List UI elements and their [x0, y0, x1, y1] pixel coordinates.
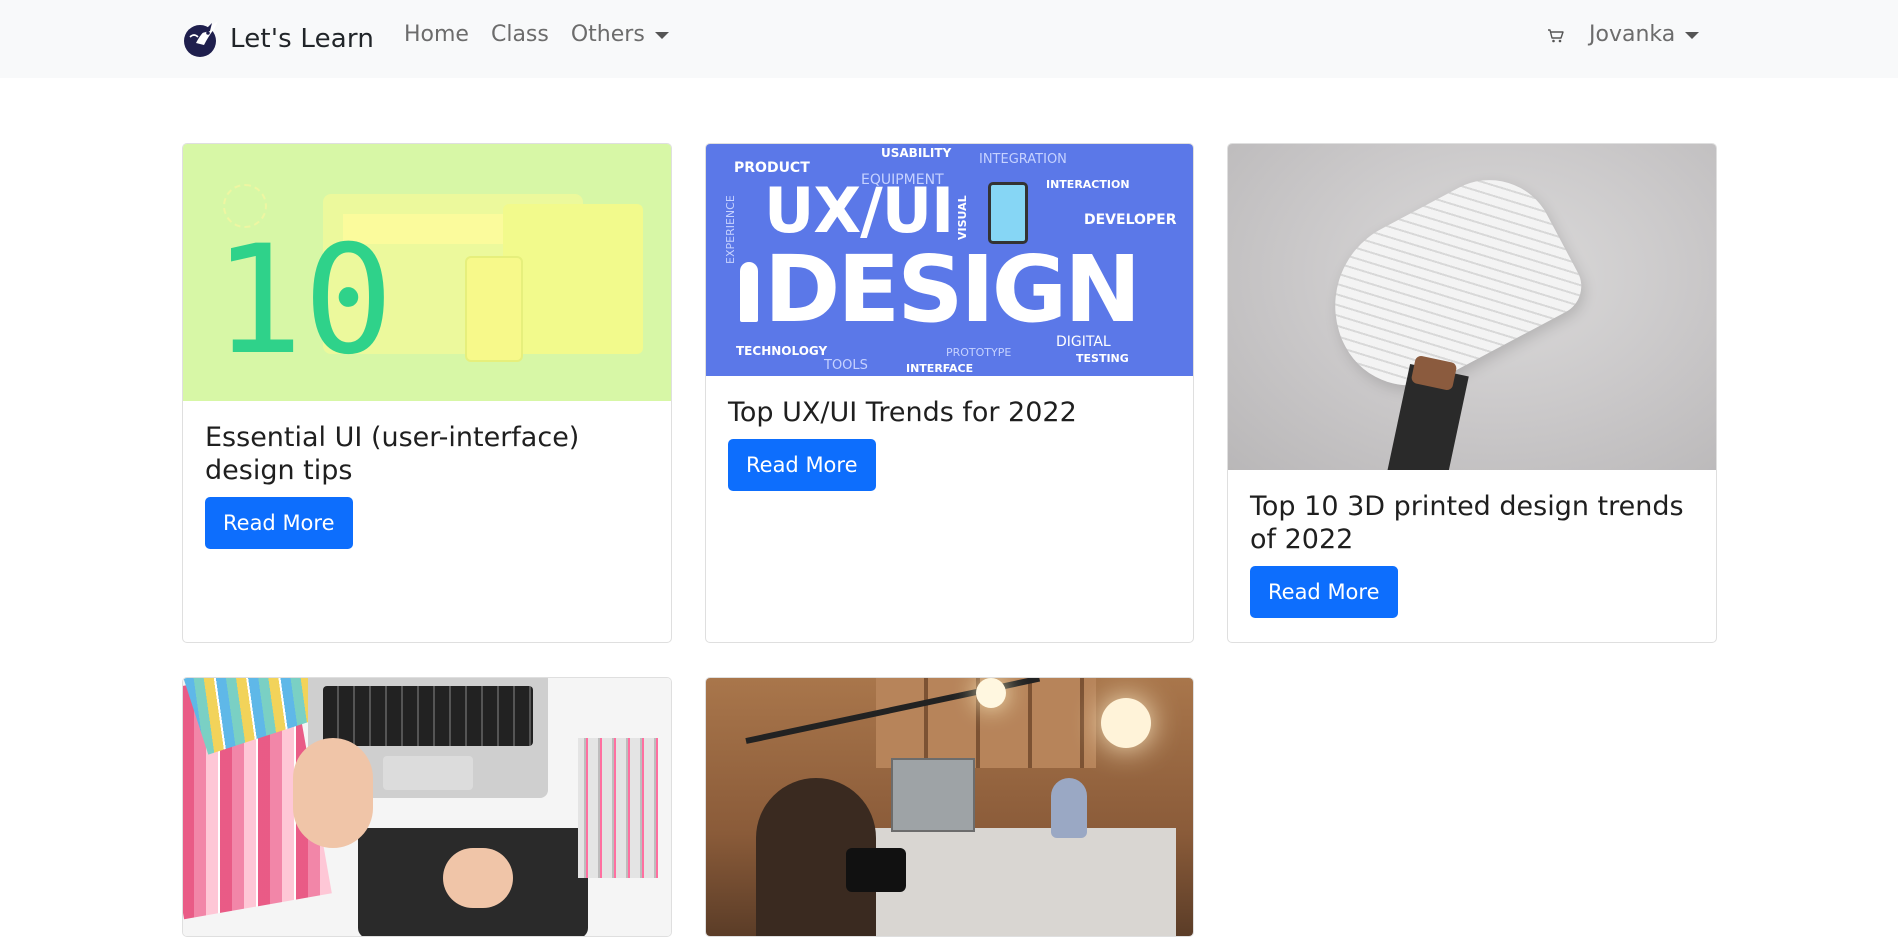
unicorn-logo-icon — [184, 21, 218, 57]
article-card: 10 Essential UI (user-interface) design … — [182, 143, 672, 643]
card-body: Top 10 3D printed design trends of 2022 … — [1228, 470, 1716, 618]
word-interaction: INTERACTION — [1046, 178, 1130, 191]
device-phone-illustration — [465, 256, 523, 362]
word-visual: VISUAL — [956, 195, 969, 240]
word-prototype: PROTOTYPE — [946, 346, 1012, 359]
main-title-ux-ui: UX/UI — [764, 174, 954, 247]
device-laptop-illustration — [503, 204, 643, 354]
word-integration: INTEGRATION — [979, 152, 1067, 167]
markers-illustration — [578, 738, 658, 878]
read-more-button[interactable]: Read More — [205, 497, 353, 549]
brand-name: Let's Learn — [230, 24, 375, 54]
nav-home-link[interactable]: Home — [404, 22, 469, 47]
article-card — [182, 677, 672, 937]
hand-illustration — [293, 738, 373, 848]
big-number-text: 10 — [213, 214, 394, 388]
card-image: PRODUCT USABILITY INTEGRATION EQUIPMENT … — [706, 144, 1193, 376]
nav-others-dropdown[interactable]: Others — [571, 22, 669, 47]
person-illustration — [1051, 778, 1087, 838]
word-technology: TECHNOLOGY — [736, 344, 828, 358]
cart-icon[interactable] — [1545, 24, 1567, 46]
user-dropdown[interactable]: Jovanka — [1589, 22, 1700, 47]
word-usability: USABILITY — [881, 146, 952, 160]
word-developer: DEVELOPER — [1084, 212, 1177, 228]
card-image — [183, 678, 671, 936]
word-tools: TOOLS — [824, 358, 868, 373]
word-experience: EXPERIENCE — [724, 195, 737, 264]
keyboard-illustration — [323, 686, 533, 746]
light-bulb-illustration-2 — [1101, 698, 1151, 748]
chevron-down-icon — [654, 32, 669, 39]
card-title: Essential UI (user-interface) design tip… — [205, 422, 580, 486]
word-digital: DIGITAL — [1056, 334, 1111, 350]
card-body: Top UX/UI Trends for 2022 Read More — [706, 376, 1193, 491]
hand-illustration-right — [443, 848, 513, 908]
main-title-design: DESIGN — [764, 236, 1141, 343]
card-title: Top 10 3D printed design trends of 2022 — [1250, 491, 1684, 555]
word-testing: TESTING — [1076, 352, 1129, 365]
article-card — [705, 677, 1194, 937]
touchpad-illustration — [383, 756, 473, 790]
card-image — [706, 678, 1193, 936]
brand-link[interactable]: Let's Learn — [182, 18, 374, 60]
nav-others-label: Others — [570, 22, 645, 47]
read-more-button[interactable]: Read More — [1250, 566, 1398, 618]
camera-illustration — [846, 848, 906, 892]
read-more-button[interactable]: Read More — [728, 439, 876, 491]
chevron-down-icon — [1685, 32, 1700, 39]
user-name: Jovanka — [1589, 22, 1676, 47]
device-phone-illustration — [988, 182, 1028, 244]
light-bulb-illustration — [976, 678, 1006, 708]
card-image: 10 — [183, 144, 671, 401]
nav-links: Home Class Others — [404, 22, 691, 47]
rocket-icon — [740, 262, 758, 322]
card-image — [1228, 144, 1716, 470]
card-title: Top UX/UI Trends for 2022 — [728, 397, 1077, 428]
display-case-illustration — [891, 758, 975, 832]
nav-right: Jovanka — [1545, 22, 1700, 47]
article-card: Top 10 3D printed design trends of 2022 … — [1227, 143, 1717, 643]
nav-class-link[interactable]: Class — [491, 22, 549, 47]
card-body: Essential UI (user-interface) design tip… — [183, 401, 671, 549]
word-interface: INTERFACE — [906, 362, 974, 375]
article-card: PRODUCT USABILITY INTEGRATION EQUIPMENT … — [705, 143, 1194, 643]
navbar: Let's Learn Home Class Others Jovanka — [0, 0, 1898, 78]
